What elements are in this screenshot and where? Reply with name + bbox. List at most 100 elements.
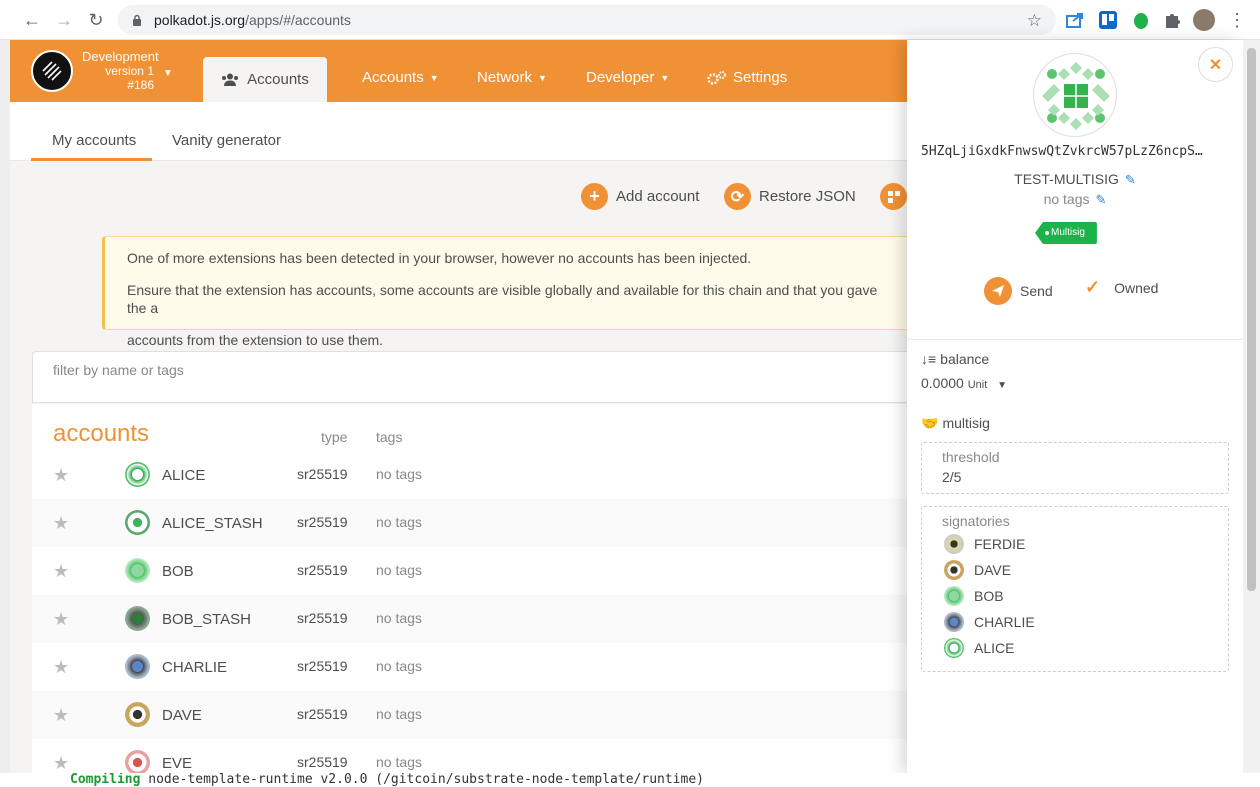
qrcode-icon — [880, 183, 907, 210]
balance-value-row[interactable]: 0.0000 Unit ▼ — [921, 375, 1007, 391]
menu-developer-label: Developer — [586, 69, 655, 86]
back-icon[interactable]: ← — [16, 4, 48, 36]
balance-unit: Unit — [967, 379, 988, 391]
identicon-icon — [944, 612, 964, 632]
signatory-name: FERDIE — [974, 536, 1026, 552]
forward-icon[interactable]: → — [48, 4, 80, 36]
table-row[interactable]: ★ CHARLIE sr25519 no tags — [32, 643, 922, 691]
chevron-down-icon: ▼ — [997, 380, 1008, 391]
block-number: #186 — [127, 78, 154, 92]
account-sidebar: ✕ 5HZqLjiGxdkFnwswQtZvkrcW57pLzZ6ncpS… T… — [907, 40, 1243, 773]
signatory-name: BOB — [974, 588, 1004, 604]
bookmark-star-icon[interactable]: ☆ — [1027, 11, 1042, 31]
signatory-item[interactable]: CHARLIE — [944, 612, 1035, 632]
threshold-box: threshold 2/5 — [921, 442, 1229, 494]
filter-input[interactable]: filter by name or tags — [32, 351, 922, 403]
table-row[interactable]: ★ DAVE sr25519 no tags — [32, 691, 922, 739]
account-name: ALICE_STASH — [162, 515, 263, 532]
active-subtab-underline — [31, 158, 152, 161]
add-account-label: Add account — [616, 188, 700, 205]
chevron-down-icon: ▼ — [538, 72, 547, 83]
identicon-icon — [125, 606, 150, 631]
identicon-icon — [944, 638, 964, 658]
identicon-icon — [125, 558, 150, 583]
qr-button[interactable] — [880, 183, 907, 210]
chain-version: version 1 — [105, 64, 154, 78]
favorite-star-icon[interactable]: ★ — [53, 753, 69, 773]
account-name: ALICE — [162, 467, 206, 484]
account-type: sr25519 — [297, 466, 348, 482]
multisig-section[interactable]: 🤝 multisig — [921, 415, 990, 432]
balance-section[interactable]: ↓≡ balance — [921, 351, 989, 367]
account-name: EVE — [162, 755, 193, 772]
subtab-vanity-generator[interactable]: Vanity generator — [172, 132, 281, 149]
close-icon[interactable]: ✕ — [1198, 47, 1233, 82]
signatory-name: CHARLIE — [974, 614, 1035, 630]
identicon-icon — [125, 702, 150, 727]
chevron-down-icon[interactable]: ▼ — [163, 68, 173, 79]
account-type: sr25519 — [297, 658, 348, 674]
add-account-button[interactable]: + Add account — [581, 183, 699, 210]
reload-icon[interactable]: ↻ — [80, 4, 112, 36]
table-row[interactable]: ★ BOB sr25519 no tags — [32, 547, 922, 595]
tab-accounts-active[interactable]: Accounts — [203, 57, 327, 102]
table-row[interactable]: ★ EVE sr25519 no tags — [32, 739, 922, 773]
identicon-icon — [944, 560, 964, 580]
favorite-star-icon[interactable]: ★ — [53, 561, 69, 582]
restore-json-button[interactable]: ⟳ Restore JSON — [724, 183, 856, 210]
extensions-puzzle-icon[interactable] — [1161, 9, 1183, 31]
menu-settings[interactable]: Settings — [707, 69, 787, 86]
chain-selector[interactable]: Development version 1 #186 — [82, 50, 159, 93]
account-tags: no tags — [376, 466, 422, 482]
identicon-icon — [125, 654, 150, 679]
signatory-item[interactable]: ALICE — [944, 638, 1014, 658]
menu-accounts-label: Accounts — [362, 69, 424, 86]
signatory-item[interactable]: BOB — [944, 586, 1004, 606]
menu-accounts[interactable]: Accounts ▼ — [362, 69, 439, 86]
signatory-item[interactable]: DAVE — [944, 560, 1011, 580]
signatory-item[interactable]: FERDIE — [944, 534, 1025, 554]
menu-network[interactable]: Network ▼ — [477, 69, 547, 86]
chain-logo-icon — [42, 61, 62, 81]
trello-icon[interactable] — [1097, 9, 1119, 31]
sort-amount-icon: ↓≡ — [921, 351, 937, 367]
chevron-down-icon: ▼ — [429, 72, 439, 83]
scrollbar-thumb[interactable] — [1247, 48, 1256, 591]
evernote-icon[interactable] — [1130, 9, 1152, 31]
restore-json-label: Restore JSON — [759, 188, 856, 205]
polkadot-logo[interactable] — [31, 50, 73, 92]
active-tab-label: Accounts — [247, 71, 309, 88]
profile-avatar[interactable] — [1193, 9, 1215, 31]
owned-toggle[interactable]: ✓ Owned — [1085, 277, 1158, 298]
signatories-label: signatories — [942, 513, 1010, 529]
account-tags: no tags — [1043, 191, 1090, 207]
accounts-table-title: accounts — [53, 420, 150, 447]
terminal-text: node-template-runtime v2.0.0 (/gitcoin/s… — [148, 773, 704, 787]
subtab-my-accounts[interactable]: My accounts — [52, 132, 136, 149]
signatory-name: DAVE — [974, 562, 1012, 578]
account-tags: no tags — [376, 562, 422, 578]
account-address[interactable]: 5HZqLjiGxdkFnwswQtZvkrcW57pLzZ6ncpS… — [921, 144, 1231, 159]
table-row[interactable]: ★ ALICE_STASH sr25519 no tags — [32, 499, 922, 547]
favorite-star-icon[interactable]: ★ — [53, 705, 69, 726]
favorite-star-icon[interactable]: ★ — [53, 513, 69, 534]
background-window-edge — [0, 40, 10, 773]
favorite-star-icon[interactable]: ★ — [53, 609, 69, 630]
chevron-down-icon: ▼ — [660, 72, 670, 83]
address-bar[interactable]: polkadot.js.org/apps/#/accounts ☆ — [118, 5, 1056, 35]
favorite-star-icon[interactable]: ★ — [53, 657, 69, 678]
threshold-label: threshold — [942, 449, 1000, 465]
favorite-star-icon[interactable]: ★ — [53, 465, 69, 486]
table-row[interactable]: ★ ALICE sr25519 no tags — [32, 451, 922, 499]
browser-menu-icon[interactable]: ⋮ — [1226, 9, 1248, 31]
edit-icon[interactable]: ✎ — [1096, 192, 1107, 207]
table-row[interactable]: ★ BOB_STASH sr25519 no tags — [32, 595, 922, 643]
edit-icon[interactable]: ✎ — [1125, 172, 1136, 187]
menu-developer[interactable]: Developer ▼ — [586, 69, 669, 86]
account-type: sr25519 — [297, 754, 348, 770]
account-tags: no tags — [376, 754, 422, 770]
balance-value: 0.0000 — [921, 375, 964, 391]
send-button[interactable]: Send — [984, 277, 1053, 305]
account-name-row: TEST-MULTISIG ✎ — [907, 171, 1243, 188]
share-icon[interactable] — [1064, 9, 1086, 31]
